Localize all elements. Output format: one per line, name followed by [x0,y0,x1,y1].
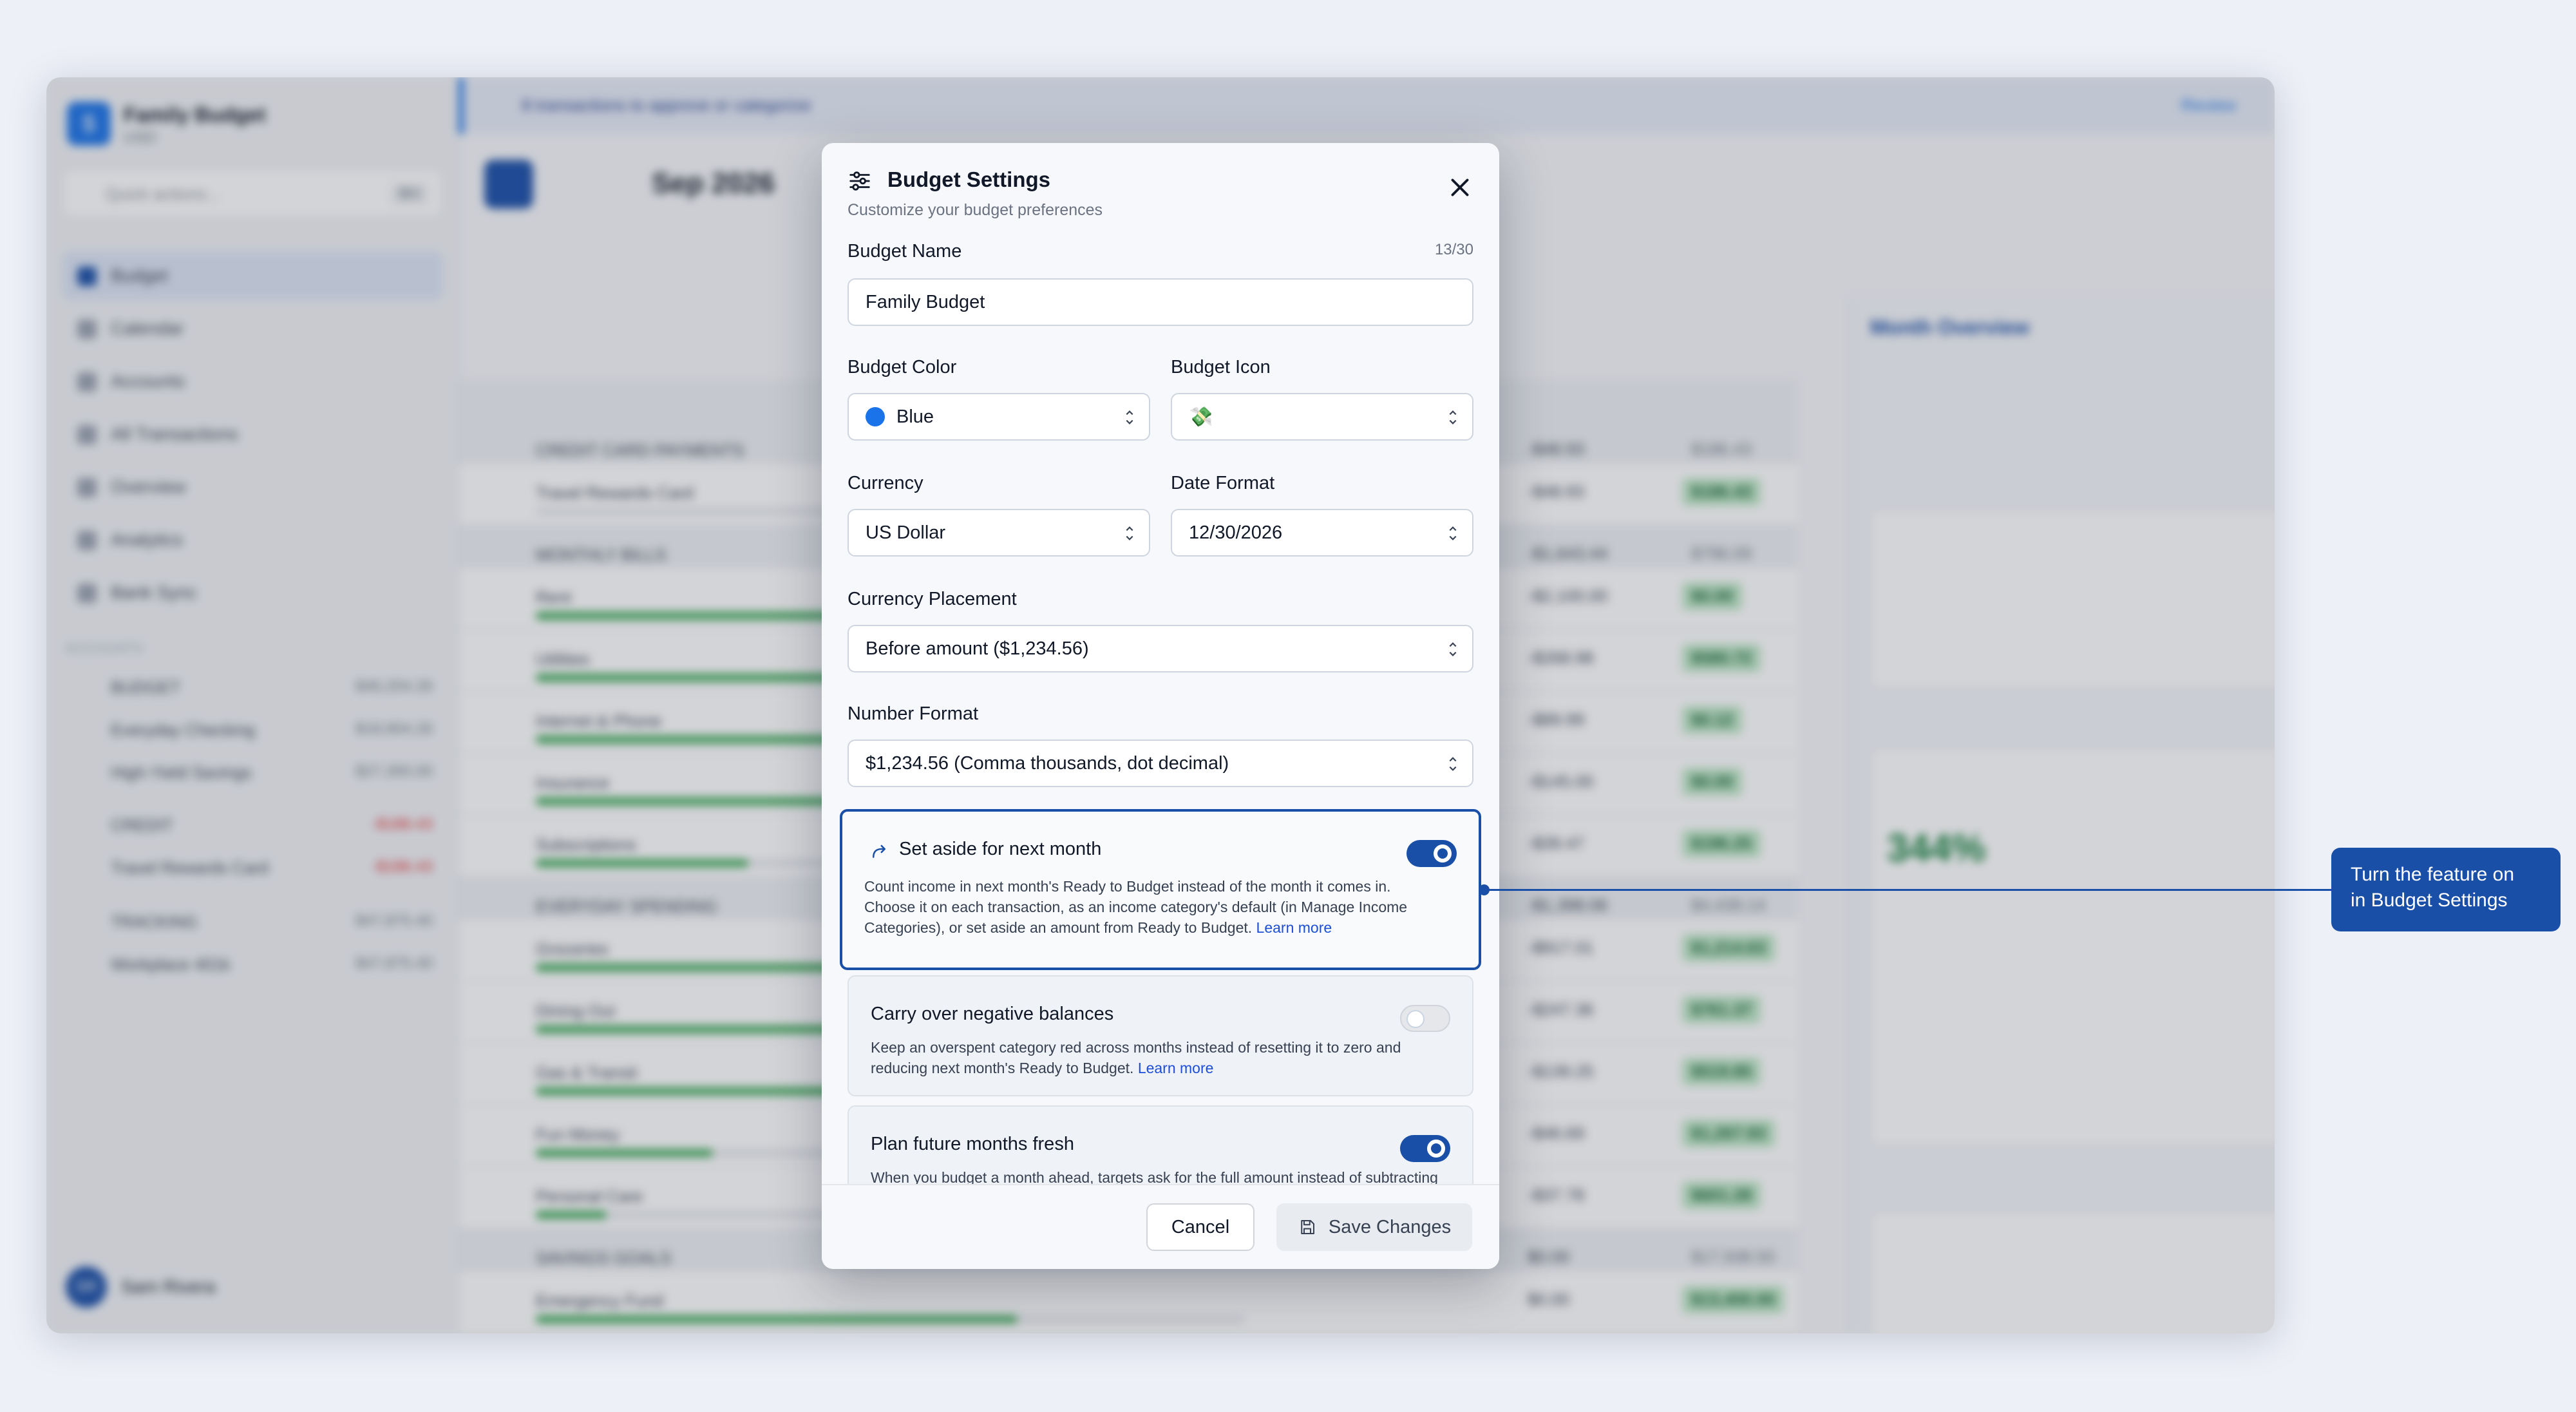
save-changes-button[interactable]: Save Changes [1276,1203,1472,1251]
budget-icon-select[interactable]: 💸 [1171,393,1473,441]
option-title: Carry over negative balances [871,1004,1114,1024]
cancel-button[interactable]: Cancel [1146,1203,1255,1251]
save-changes-label: Save Changes [1328,1216,1452,1237]
chevron-updown-icon [1126,410,1133,425]
budget-name-label: Budget Name [848,241,962,262]
date-format-value: 12/30/2026 [1189,522,1283,543]
toggle-knob [1427,1140,1445,1158]
carry-over-negative-option: Carry over negative balances Keep an ove… [848,975,1473,1096]
option-description-text: Keep an overspent category red across mo… [871,1039,1401,1076]
callout-line-1: Turn the feature on [2351,864,2515,885]
chevron-updown-icon [1449,642,1457,656]
date-format-select[interactable]: 12/30/2026 [1171,509,1473,557]
budget-color-select[interactable]: Blue [848,393,1150,441]
chevron-updown-icon [1449,410,1457,425]
sliders-icon [849,171,870,191]
budget-settings-dialog: Budget Settings Customize your budget pr… [822,143,1499,1269]
money-icon: 💸 [1189,406,1213,428]
date-format-label: Date Format [1171,473,1275,493]
budget-icon-label: Budget Icon [1171,357,1271,377]
toggle-knob [1406,1010,1425,1028]
dialog-footer: Cancel Save Changes [822,1184,1499,1269]
budget-name-value: Family Budget [866,291,985,312]
close-icon[interactable] [1445,173,1475,202]
currency-placement-select[interactable]: Before amount ($1,234.56) [848,625,1473,673]
toggle-knob [1434,844,1452,863]
budget-name-counter: 13/30 [1434,241,1473,258]
save-icon [1301,1220,1314,1234]
option-description: Keep an overspent category red across mo… [871,1037,1450,1078]
currency-placement-label: Currency Placement [848,589,1017,609]
option-description: Count income in next month's Ready to Bu… [864,876,1444,938]
number-format-label: Number Format [848,703,979,724]
budget-color-label: Budget Color [848,357,957,377]
forward-arrow-icon [873,844,886,858]
carry-over-toggle[interactable] [1400,1005,1450,1032]
callout-connector-line [1484,889,2331,891]
budget-color-value: Blue [896,406,934,427]
dialog-subtitle: Customize your budget preferences [848,201,1103,219]
learn-more-link[interactable]: Learn more [1256,919,1332,936]
budget-name-input[interactable]: Family Budget [848,278,1473,326]
set-aside-next-month-option: Set aside for next month Count income in… [840,809,1481,970]
callout-line-2: in Budget Settings [2351,890,2508,911]
currency-select[interactable]: US Dollar [848,509,1150,557]
tutorial-callout: Turn the feature on in Budget Settings [2331,848,2561,931]
number-format-value: $1,234.56 (Comma thousands, dot decimal) [866,752,1229,774]
currency-label: Currency [848,473,923,493]
chevron-updown-icon [1126,526,1133,540]
set-aside-toggle[interactable] [1406,840,1457,867]
plan-future-toggle[interactable] [1400,1135,1450,1162]
currency-placement-value: Before amount ($1,234.56) [866,638,1089,659]
learn-more-link[interactable]: Learn more [1138,1060,1214,1076]
number-format-select[interactable]: $1,234.56 (Comma thousands, dot decimal) [848,739,1473,787]
chevron-updown-icon [1449,757,1457,771]
dialog-title: Budget Settings [887,167,1050,191]
currency-value: US Dollar [866,522,946,543]
chevron-updown-icon [1449,526,1457,540]
option-title: Plan future months fresh [871,1134,1074,1154]
color-swatch [866,407,885,426]
option-title: Set aside for next month [899,839,1102,859]
